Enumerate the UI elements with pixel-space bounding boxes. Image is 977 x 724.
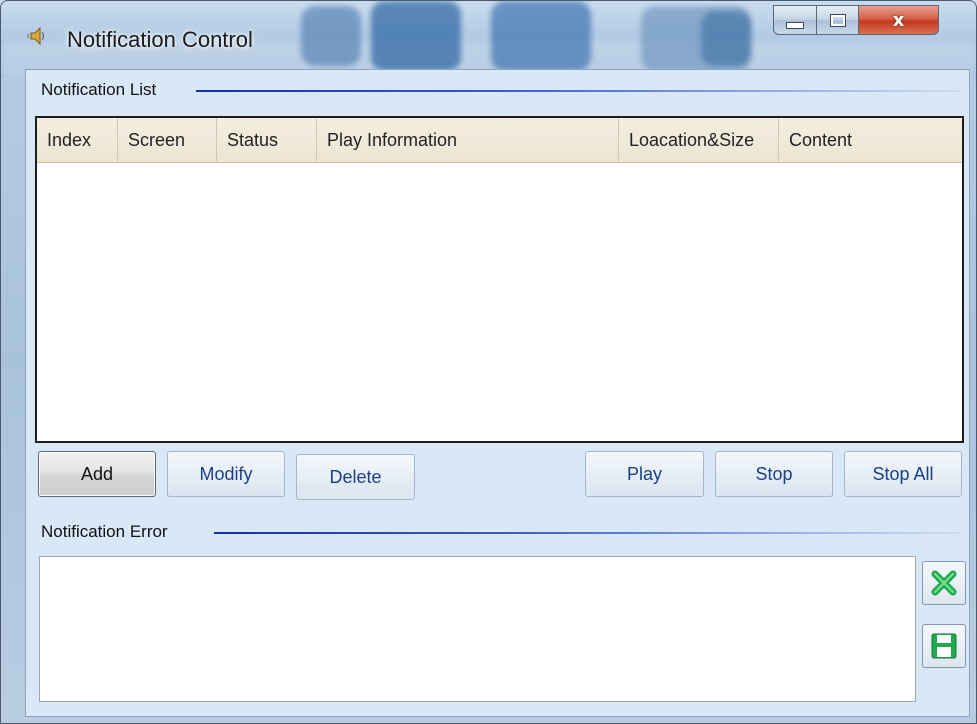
window-title: Notification Control <box>67 27 253 52</box>
notification-list-view[interactable]: Index Screen Status Play Information Loa… <box>35 116 964 443</box>
client-area: Notification List Index Screen Status Pl… <box>25 69 970 717</box>
clear-x-icon <box>931 570 957 596</box>
column-header-index[interactable]: Index <box>37 118 118 162</box>
caption-buttons: x <box>773 5 939 39</box>
notification-error-label: Notification Error <box>41 522 174 542</box>
clear-errors-button[interactable] <box>922 561 966 605</box>
column-header-play-information[interactable]: Play Information <box>317 118 619 162</box>
save-errors-button[interactable] <box>922 624 966 668</box>
maximize-button[interactable] <box>817 5 859 35</box>
group-divider <box>196 90 961 92</box>
save-disk-icon <box>931 633 957 659</box>
speaker-icon <box>27 26 45 46</box>
minimize-icon <box>786 21 804 29</box>
play-button[interactable]: Play <box>585 451 704 497</box>
close-button[interactable]: x <box>859 5 939 35</box>
column-header-screen[interactable]: Screen <box>118 118 217 162</box>
column-header-status[interactable]: Status <box>217 118 317 162</box>
notification-list-label: Notification List <box>41 80 163 100</box>
add-button[interactable]: Add <box>38 451 156 497</box>
list-header: Index Screen Status Play Information Loa… <box>37 118 962 163</box>
stop-all-button[interactable]: Stop All <box>844 451 962 497</box>
maximize-icon <box>829 13 846 27</box>
column-header-location-size[interactable]: Loacation&Size <box>619 118 779 162</box>
delete-button[interactable]: Delete <box>296 454 415 500</box>
notification-control-window: Notification Control x Notification List… <box>0 0 977 724</box>
group-divider <box>214 532 961 534</box>
column-header-content[interactable]: Content <box>779 118 962 162</box>
notification-error-box[interactable] <box>39 556 916 702</box>
modify-button[interactable]: Modify <box>167 451 285 497</box>
stop-button[interactable]: Stop <box>715 451 833 497</box>
close-icon: x <box>892 9 905 31</box>
minimize-button[interactable] <box>773 5 817 35</box>
title-bar[interactable]: Notification Control x <box>1 1 976 77</box>
